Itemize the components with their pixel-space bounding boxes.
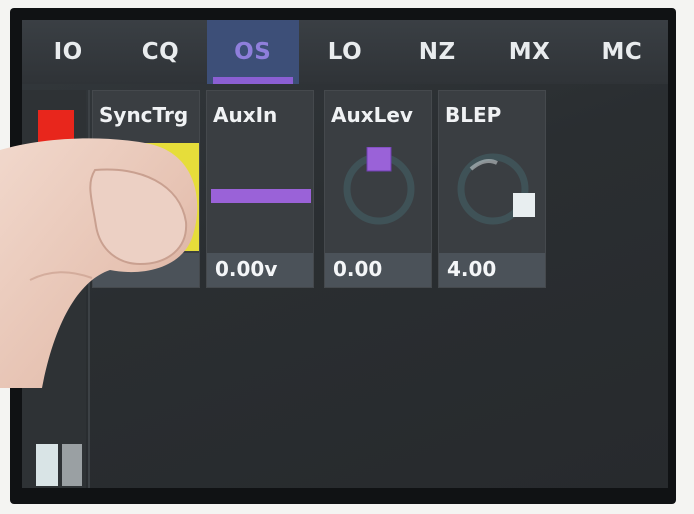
tab-cq-label: CQ [141, 39, 180, 65]
auxlev-knob-handle [366, 147, 392, 172]
tab-cq[interactable]: CQ [114, 20, 206, 84]
blep-knob-handle [513, 193, 535, 217]
panel-auxlev[interactable]: AuxLev 0.00 [324, 90, 432, 288]
panel-auxin[interactable]: AuxIn 0.00v [206, 90, 314, 288]
auxlev-title: AuxLev [331, 103, 413, 127]
page-indicator-2[interactable] [62, 444, 82, 486]
synctrg-value-box [93, 253, 199, 287]
tab-lo-label: LO [327, 39, 363, 65]
divider [88, 90, 90, 488]
tab-bar: IO CQ OS LO NZ MX MC [22, 20, 668, 84]
tab-lo[interactable]: LO [299, 20, 391, 84]
auxlev-value: 0.00 [333, 257, 383, 281]
auxin-value: 0.00v [215, 257, 278, 281]
left-strip [22, 90, 86, 488]
panel-blep[interactable]: BLEP 4.00 [438, 90, 546, 288]
auxin-level-bar [211, 189, 311, 203]
tab-mc[interactable]: MC [576, 20, 668, 84]
tab-io[interactable]: IO [22, 20, 114, 84]
auxin-value-box: 0.00v [207, 253, 313, 287]
blep-value: 4.00 [447, 257, 497, 281]
red-indicator[interactable] [38, 110, 74, 143]
blep-knob[interactable] [451, 147, 535, 231]
synctrg-trigger-pad[interactable] [95, 143, 199, 251]
blep-title: BLEP [445, 103, 502, 127]
active-tab-indicator [212, 77, 293, 84]
synctrg-title: SyncTrg [99, 103, 189, 127]
tab-os-label: OS [234, 39, 272, 65]
auxlev-value-box: 0.00 [325, 253, 431, 287]
tab-mc-label: MC [601, 39, 643, 65]
tab-nz[interactable]: NZ [391, 20, 483, 84]
tab-mx-label: MX [508, 39, 551, 65]
page-indicator-1[interactable] [36, 444, 58, 486]
blep-value-box: 4.00 [439, 253, 545, 287]
touch-screen: IO CQ OS LO NZ MX MC SyncTrg AuxIn 0.00v… [22, 20, 668, 488]
tab-os[interactable]: OS [206, 20, 299, 84]
auxlev-knob[interactable] [337, 147, 421, 231]
panel-synctrg[interactable]: SyncTrg [92, 90, 200, 288]
tab-mx[interactable]: MX [483, 20, 575, 84]
tab-io-label: IO [53, 39, 83, 65]
tab-nz-label: NZ [418, 39, 456, 65]
auxin-title: AuxIn [213, 103, 278, 127]
